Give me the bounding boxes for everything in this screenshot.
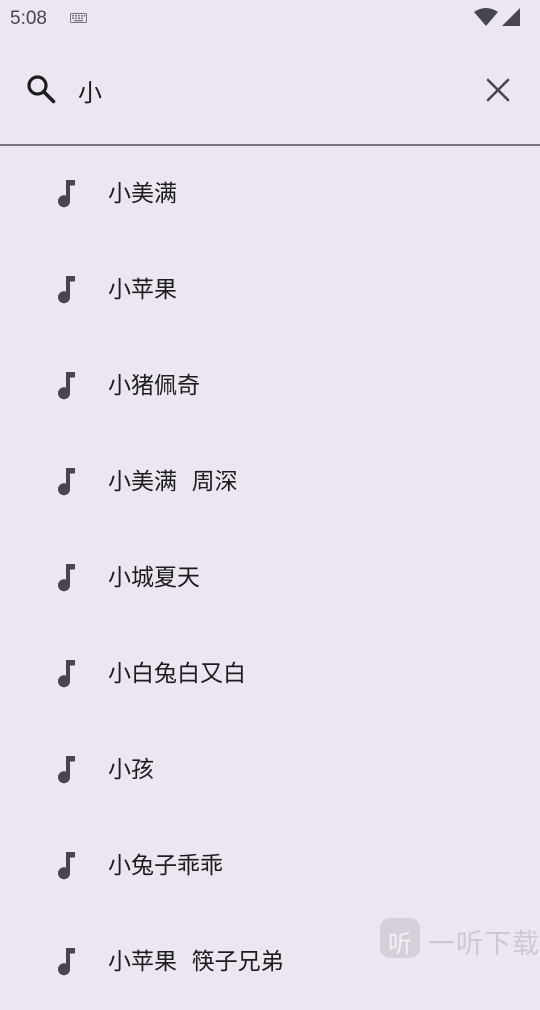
music-note-icon: [58, 852, 75, 880]
suggestion-label: 小美满: [108, 181, 177, 207]
status-bar: 5:08: [0, 0, 540, 38]
suggestion-item[interactable]: 小兔子乖乖: [0, 818, 540, 914]
suggestion-label: 小孩: [108, 757, 154, 783]
suggestion-item[interactable]: 小美满: [0, 146, 540, 242]
music-note-icon: [58, 564, 75, 592]
watermark: 听 一听下载: [380, 916, 540, 960]
watermark-logo-char: 听: [388, 930, 412, 958]
suggestion-label: 小猪佩奇: [108, 373, 200, 399]
status-time: 5:08: [10, 8, 47, 29]
suggestion-label: 小兔子乖乖: [108, 853, 223, 879]
watermark-text: 一听下载: [428, 929, 540, 960]
suggestion-label: 小苹果 筷子兄弟: [108, 949, 284, 975]
suggestion-item[interactable]: 小苹果: [0, 242, 540, 338]
suggestion-item[interactable]: 小猪佩奇: [0, 338, 540, 434]
music-note-icon: [58, 756, 75, 784]
music-note-icon: [58, 468, 75, 496]
music-note-icon: [58, 276, 75, 304]
suggestion-label: 小城夏天: [108, 565, 200, 591]
suggestion-item[interactable]: 小城夏天: [0, 530, 540, 626]
music-note-icon: [58, 180, 75, 208]
music-note-icon: [58, 372, 75, 400]
suggestion-label: 小苹果: [108, 277, 177, 303]
close-icon: [486, 78, 510, 102]
suggestion-list: 小美满 小苹果 小猪佩奇 小美满 周深 小城夏天 小白兔白又白 小孩 小兔子乖乖…: [0, 146, 540, 1010]
music-note-icon: [58, 948, 75, 976]
search-input[interactable]: [78, 70, 458, 110]
search-bar: [0, 38, 540, 144]
suggestion-item[interactable]: 小美满 周深: [0, 434, 540, 530]
search-icon: [27, 75, 56, 104]
suggestion-item[interactable]: 小白兔白又白: [0, 626, 540, 722]
music-note-icon: [58, 660, 75, 688]
suggestion-label: 小白兔白又白: [108, 661, 246, 687]
suggestion-item[interactable]: 小孩: [0, 722, 540, 818]
watermark-logo: 听: [380, 918, 420, 958]
suggestion-label: 小美满 周深: [108, 469, 238, 495]
clear-search-button[interactable]: [478, 70, 518, 110]
keyboard-icon: [70, 13, 87, 23]
wifi-icon: [474, 8, 498, 26]
signal-icon: [502, 8, 520, 26]
